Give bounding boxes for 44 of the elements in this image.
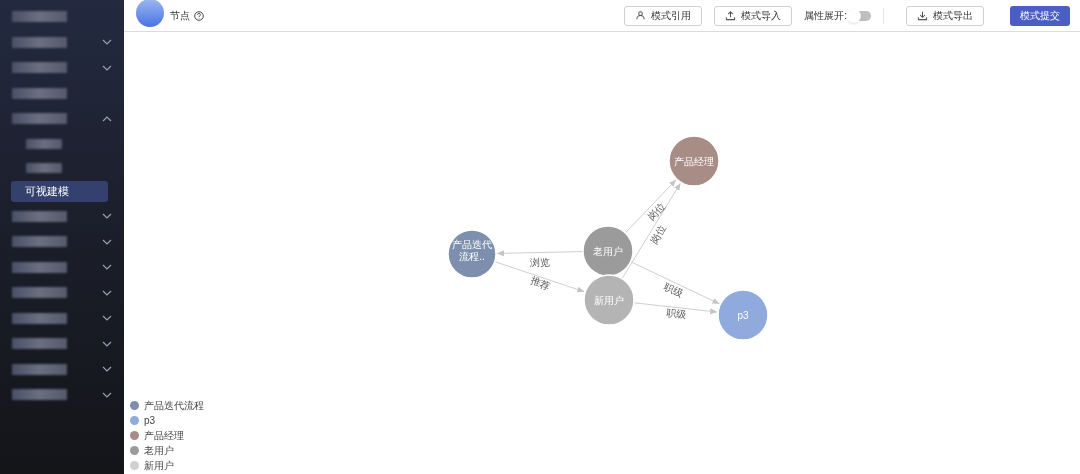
menu-item[interactable]: 可视建模: [11, 181, 108, 202]
legend-label: p3: [144, 414, 156, 427]
blurred-menu-label[interactable]: [12, 363, 67, 375]
blurred-menu-label[interactable]: [12, 389, 67, 401]
help-icon: [194, 10, 204, 21]
blurred-menu-label[interactable]: [12, 287, 67, 299]
blurred-menu-label[interactable]: [12, 338, 67, 350]
node-label: 产品迭代流程..: [452, 239, 492, 262]
edge-label: 职级: [662, 280, 685, 300]
toolbar-button[interactable]: 模式导入: [714, 5, 793, 26]
legend-label: 产品经理: [144, 429, 184, 442]
node-label: 老用户: [593, 245, 623, 257]
upload-icon: [725, 10, 737, 21]
blurred-menu-label[interactable]: [12, 11, 67, 23]
panel-title: 节点: [170, 9, 190, 23]
person-icon: [635, 10, 647, 21]
blurred-menu-label[interactable]: [12, 113, 67, 125]
blurred-menu-label[interactable]: [12, 36, 67, 48]
blurred-menu-label[interactable]: [12, 62, 67, 74]
edge-label: 岗位: [645, 200, 668, 223]
edge-label: 推荐: [529, 274, 552, 292]
edge-label: 岗位: [648, 223, 669, 246]
blurred-menu-label[interactable]: [12, 312, 67, 324]
node-label: 产品经理: [674, 155, 714, 167]
logo-icon: [136, 0, 164, 27]
blurred-menu-label[interactable]: [26, 138, 62, 149]
node-label: p3: [737, 309, 749, 321]
edge-label: 浏览: [529, 256, 551, 268]
legend-label: 产品迭代流程: [144, 399, 204, 412]
toolbar-button[interactable]: 模式导出: [906, 5, 984, 26]
edge-label: 职级: [665, 306, 687, 320]
blurred-menu-label[interactable]: [26, 162, 62, 173]
legend-label: 老用户: [144, 444, 174, 457]
blurred-menu-label[interactable]: [12, 261, 67, 273]
blurred-menu-label[interactable]: [12, 87, 67, 99]
legend-label: 新用户: [144, 459, 174, 472]
download-icon: [917, 10, 928, 21]
blurred-menu-label[interactable]: [12, 236, 67, 248]
toggle-label: 属性展开:: [804, 9, 847, 23]
toolbar-button[interactable]: 模式提交: [1010, 5, 1070, 26]
blurred-menu-label[interactable]: [12, 210, 67, 222]
toolbar-button[interactable]: 模式引用: [624, 5, 703, 26]
toggle-switch[interactable]: [849, 10, 871, 21]
node-label: 新用户: [594, 294, 624, 306]
